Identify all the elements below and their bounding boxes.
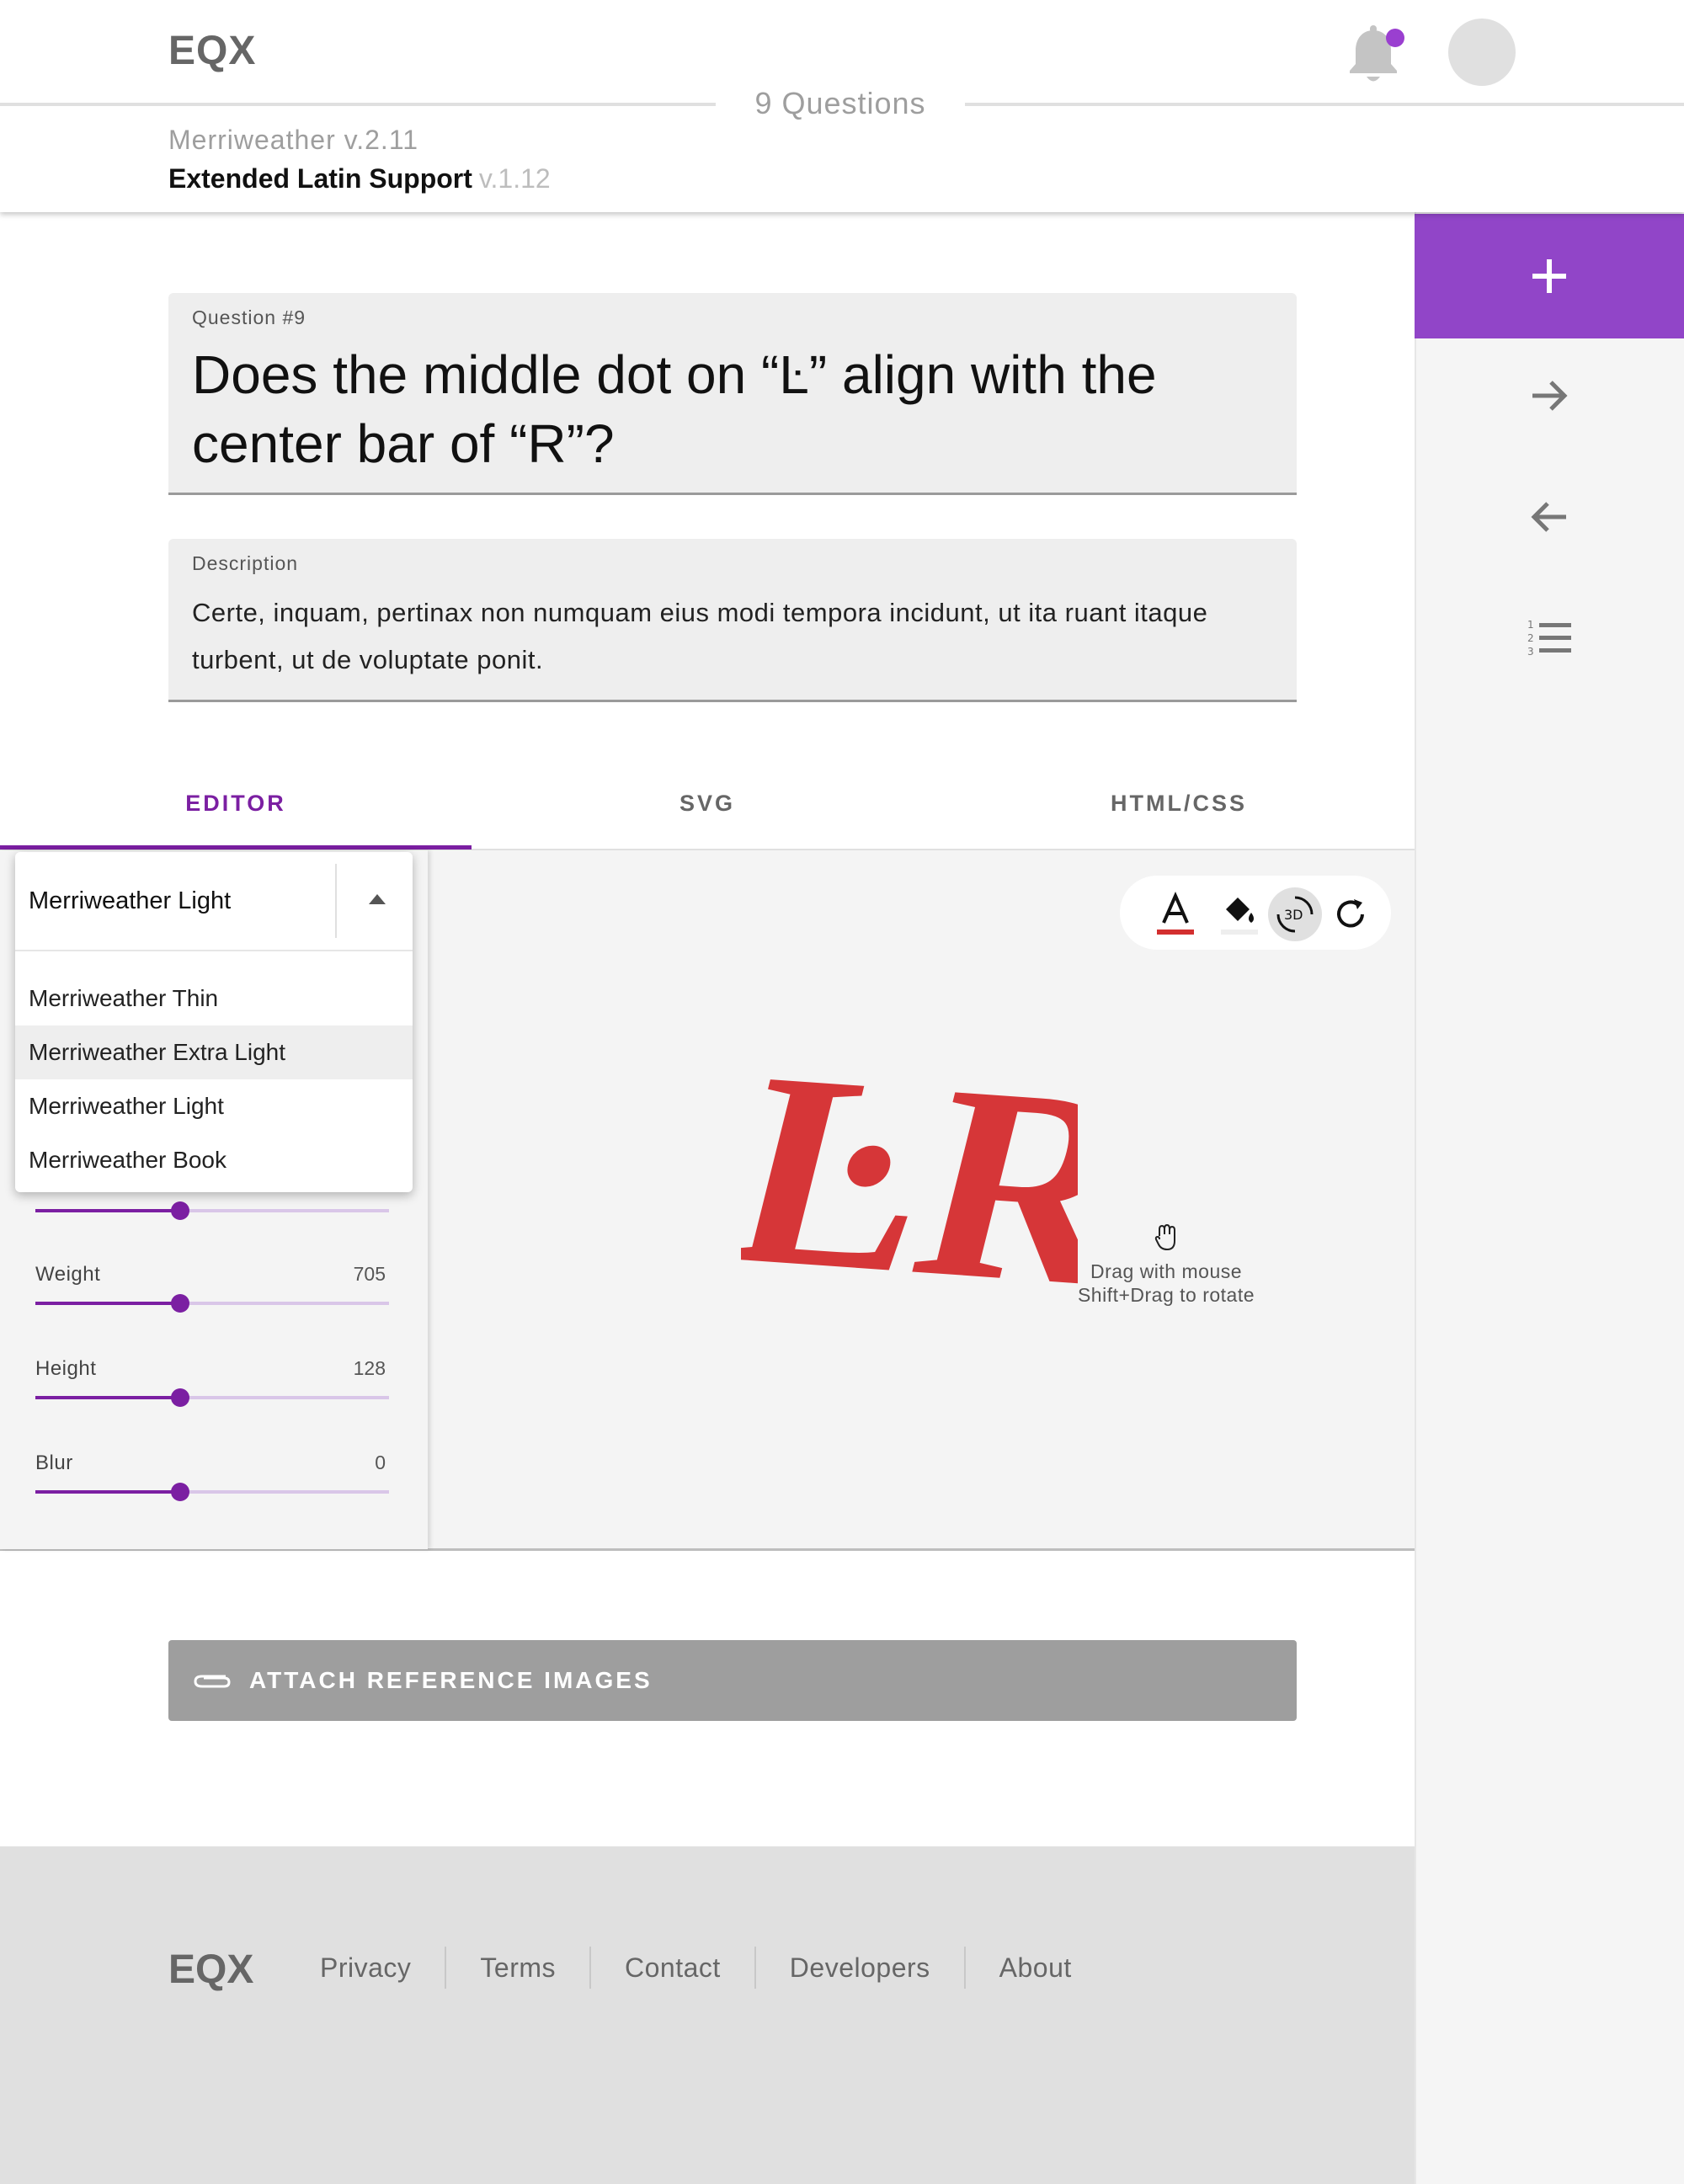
slider-blur-value: 0 [375,1452,386,1473]
slider-weight-fill [35,1302,181,1305]
attach-reference-images-button[interactable]: ATTACH REFERENCE IMAGES [168,1640,1297,1721]
view-tabs: EDITOR SVG HTML/CSS [0,758,1415,850]
dropdown-option[interactable]: Merriweather Extra Light [15,1025,413,1079]
tab-editor[interactable]: EDITOR [0,758,472,849]
drag-hint-line-1: Drag with mouse [1090,1260,1243,1282]
slider-blur[interactable]: Blur 0 [35,1452,389,1502]
slider-height-fill [35,1396,181,1399]
dropdown-divider [335,864,337,938]
footer-brand[interactable]: EQX [168,1947,253,1993]
header-divider-right [965,103,1684,106]
question-list-button[interactable]: 1 2 3 [1415,596,1684,680]
footer-link-contact[interactable]: Contact [591,1947,756,1989]
dropdown-separator [15,950,413,951]
glyph-text: ĿR [741,1015,1078,1345]
questions-count: 9 Questions [754,86,926,120]
arrow-back-icon [1531,502,1566,532]
slider-size-thumb[interactable] [171,1201,190,1220]
question-label: Question #9 [192,306,306,328]
text-color-icon [1157,892,1194,935]
dropdown-option[interactable]: Merriweather Light [15,1079,413,1133]
active-tab-indicator [0,845,472,850]
3d-rotate-icon: 3D [1276,896,1314,933]
description-label: Description [192,552,299,574]
header-divider-left [0,103,716,106]
add-question-button[interactable] [1415,214,1684,338]
preview-toolbar: 3D [1120,876,1391,950]
slider-size-fill [35,1209,181,1212]
tab-html-css[interactable]: HTML/CSS [943,758,1415,849]
slider-weight-label: Weight [35,1263,101,1286]
3d-rotate-button[interactable]: 3D [1268,887,1322,941]
font-style-dropdown[interactable]: Merriweather Light Merriweather Thin Mer… [15,852,413,1192]
drag-hint-line-2: Shift+Drag to rotate [1077,1284,1255,1306]
fill-color-icon [1221,898,1258,935]
numbered-list-icon: 1 2 3 [1527,619,1571,658]
refresh-icon [1337,899,1364,928]
dropdown-option[interactable]: Merriweather Thin [15,972,413,1025]
slider-blur-thumb[interactable] [171,1483,190,1501]
add-icon [1532,259,1566,293]
user-avatar[interactable] [1448,19,1516,86]
slider-blur-label: Blur [35,1452,73,1474]
caret-up-icon[interactable] [369,894,386,904]
tab-svg[interactable]: SVG [472,758,943,849]
subset-name: Extended Latin Support [168,163,472,194]
font-version: Merriweather v.2.11 [168,125,419,155]
footer-link-about[interactable]: About [966,1947,1106,1989]
slider-weight-thumb[interactable] [171,1294,190,1313]
slider-weight[interactable]: Weight 705 [35,1263,389,1313]
hand-grab-icon [1154,1223,1175,1251]
footer-link-privacy[interactable]: Privacy [286,1947,447,1989]
slider-height-label: Height [35,1357,97,1380]
brand-logo[interactable]: EQX [168,28,256,74]
dropdown-selected-value[interactable]: Merriweather Light [29,887,231,915]
previous-question-button[interactable] [1415,475,1684,559]
rotate-badge: 3D [1284,907,1303,923]
reset-button[interactable] [1324,887,1378,941]
text-color-button[interactable] [1148,887,1202,941]
description-text[interactable]: Certe, inquam, pertinax non numquam eius… [192,589,1253,684]
glyph-preview[interactable]: ĿR [741,993,1078,1398]
notification-badge [1386,29,1404,47]
description-field[interactable]: Description Certe, inquam, pertinax non … [168,539,1297,702]
dropdown-option[interactable]: Merriweather Book [15,1133,413,1187]
footer [0,1846,1415,2184]
arrow-forward-icon [1532,381,1568,411]
footer-link-terms[interactable]: Terms [446,1947,592,1989]
drag-hint: Drag with mouse Shift+Drag to rotate [1044,1223,1288,1307]
next-question-button[interactable] [1415,354,1684,438]
attach-label: ATTACH REFERENCE IMAGES [249,1667,653,1693]
slider-blur-fill [35,1490,181,1494]
subset-title: Extended Latin Support v.1.12 [168,163,551,194]
slider-weight-value: 705 [353,1263,386,1285]
question-field[interactable]: Question #9 Does the middle dot on “Ŀ” a… [168,293,1297,495]
svg-text:3: 3 [1527,646,1534,658]
subset-version: v.1.12 [478,163,551,194]
slider-height-thumb[interactable] [171,1388,190,1407]
question-text[interactable]: Does the middle dot on “Ŀ” align with th… [192,340,1202,478]
footer-link-developers[interactable]: Developers [756,1947,966,1989]
fill-color-button[interactable] [1212,887,1266,941]
slider-height[interactable]: Height 128 [35,1357,389,1408]
svg-text:1: 1 [1527,619,1534,631]
slider-height-value: 128 [353,1357,386,1379]
paperclip-icon [194,1675,231,1688]
svg-text:2: 2 [1527,632,1534,644]
footer-links: Privacy Terms Contact Developers About [286,1945,1106,1990]
